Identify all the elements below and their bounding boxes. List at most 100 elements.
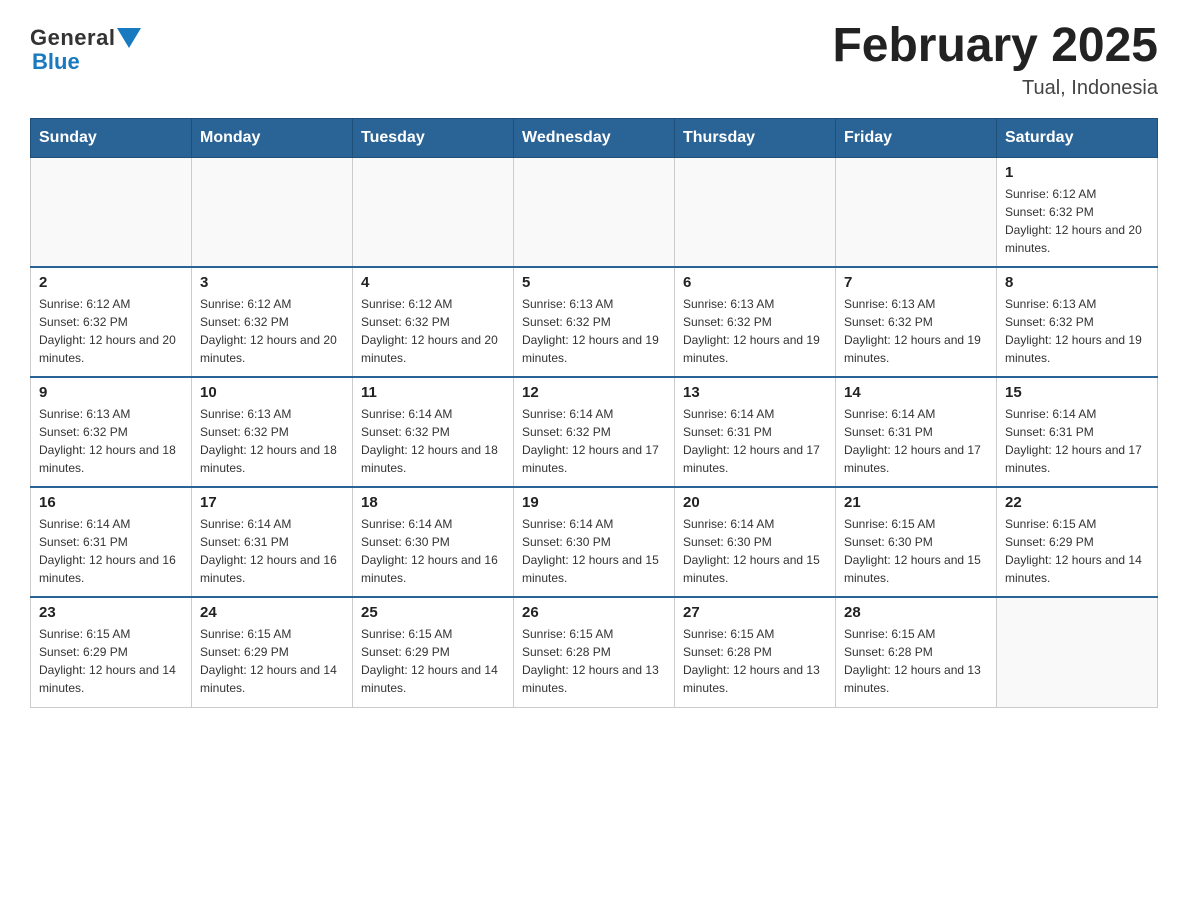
day-info: Sunrise: 6:15 AMSunset: 6:28 PMDaylight:… [844, 625, 988, 697]
calendar-cell: 9 Sunrise: 6:13 AMSunset: 6:32 PMDaylight… [31, 377, 192, 487]
calendar-cell: 22Sunrise: 6:15 AMSunset: 6:29 PMDayligh… [997, 487, 1158, 597]
day-info: Sunrise: 6:14 AMSunset: 6:31 PMDaylight:… [39, 515, 183, 587]
day-info: Sunrise: 6:15 AMSunset: 6:29 PMDaylight:… [200, 625, 344, 697]
day-info: Sunrise: 6:13 AMSunset: 6:32 PMDaylight:… [522, 295, 666, 367]
day-number: 17 [200, 494, 344, 511]
logo-blue: Blue [30, 49, 80, 75]
calendar-cell: 19 Sunrise: 6:14 AMSunset: 6:30 PMDayligh… [514, 487, 675, 597]
day-number: 19 [522, 494, 666, 511]
calendar-cell: 11Sunrise: 6:14 AMSunset: 6:32 PMDayligh… [353, 377, 514, 487]
day-info: Sunrise: 6:12 AMSunset: 6:32 PMDaylight:… [1005, 185, 1149, 257]
day-number: 24 [200, 604, 344, 621]
header-day-saturday: Saturday [997, 118, 1158, 157]
title-block: February 2025 Tual, Indonesia [832, 20, 1158, 100]
calendar-week-row: 9 Sunrise: 6:13 AMSunset: 6:32 PMDaylight… [31, 377, 1158, 487]
calendar-cell [997, 597, 1158, 707]
logo-arrow-icon [117, 28, 141, 48]
calendar-cell [675, 157, 836, 267]
day-number: 9 [39, 384, 183, 401]
header-day-thursday: Thursday [675, 118, 836, 157]
day-number: 22 [1005, 494, 1149, 511]
day-number: 13 [683, 384, 827, 401]
calendar-cell: 21 Sunrise: 6:15 AMSunset: 6:30 PMDayligh… [836, 487, 997, 597]
calendar-cell: 27 Sunrise: 6:15 AMSunset: 6:28 PMDayligh… [675, 597, 836, 707]
calendar-cell: 10 Sunrise: 6:13 AMSunset: 6:32 PMDayligh… [192, 377, 353, 487]
calendar-cell: 23Sunrise: 6:15 AMSunset: 6:29 PMDayligh… [31, 597, 192, 707]
day-number: 6 [683, 274, 827, 291]
page-header: General Blue February 2025 Tual, Indones… [30, 20, 1158, 100]
calendar-cell: 5Sunrise: 6:13 AMSunset: 6:32 PMDaylight… [514, 267, 675, 377]
day-info: Sunrise: 6:14 AMSunset: 6:31 PMDaylight:… [200, 515, 344, 587]
calendar-cell: 14 Sunrise: 6:14 AMSunset: 6:31 PMDayligh… [836, 377, 997, 487]
day-info: Sunrise: 6:13 AMSunset: 6:32 PMDaylight:… [683, 295, 827, 367]
day-number: 10 [200, 384, 344, 401]
header-day-friday: Friday [836, 118, 997, 157]
day-info: Sunrise: 6:14 AMSunset: 6:30 PMDaylight:… [522, 515, 666, 587]
calendar-week-row: 2Sunrise: 6:12 AMSunset: 6:32 PMDaylight… [31, 267, 1158, 377]
header-day-wednesday: Wednesday [514, 118, 675, 157]
day-info: Sunrise: 6:15 AMSunset: 6:30 PMDaylight:… [844, 515, 988, 587]
calendar-cell [353, 157, 514, 267]
day-info: Sunrise: 6:12 AMSunset: 6:32 PMDaylight:… [39, 295, 183, 367]
header-day-sunday: Sunday [31, 118, 192, 157]
calendar-cell: 3 Sunrise: 6:12 AMSunset: 6:32 PMDaylight… [192, 267, 353, 377]
calendar-cell: 8 Sunrise: 6:13 AMSunset: 6:32 PMDaylight… [997, 267, 1158, 377]
calendar-cell: 26 Sunrise: 6:15 AMSunset: 6:28 PMDayligh… [514, 597, 675, 707]
calendar-cell: 17 Sunrise: 6:14 AMSunset: 6:31 PMDayligh… [192, 487, 353, 597]
day-number: 14 [844, 384, 988, 401]
calendar-cell: 16 Sunrise: 6:14 AMSunset: 6:31 PMDayligh… [31, 487, 192, 597]
calendar-cell: 4 Sunrise: 6:12 AMSunset: 6:32 PMDaylight… [353, 267, 514, 377]
calendar-cell [192, 157, 353, 267]
day-info: Sunrise: 6:13 AMSunset: 6:32 PMDaylight:… [844, 295, 988, 367]
header-day-monday: Monday [192, 118, 353, 157]
day-number: 3 [200, 274, 344, 291]
day-info: Sunrise: 6:14 AMSunset: 6:30 PMDaylight:… [361, 515, 505, 587]
day-number: 11 [361, 384, 505, 401]
calendar-cell: 20 Sunrise: 6:14 AMSunset: 6:30 PMDayligh… [675, 487, 836, 597]
day-number: 18 [361, 494, 505, 511]
day-info: Sunrise: 6:15 AMSunset: 6:29 PMDaylight:… [39, 625, 183, 697]
calendar-header-row: SundayMondayTuesdayWednesdayThursdayFrid… [31, 118, 1158, 157]
day-info: Sunrise: 6:14 AMSunset: 6:31 PMDaylight:… [844, 405, 988, 477]
day-number: 20 [683, 494, 827, 511]
day-info: Sunrise: 6:13 AMSunset: 6:32 PMDaylight:… [200, 405, 344, 477]
day-info: Sunrise: 6:15 AMSunset: 6:28 PMDaylight:… [522, 625, 666, 697]
day-number: 8 [1005, 274, 1149, 291]
calendar-table: SundayMondayTuesdayWednesdayThursdayFrid… [30, 118, 1158, 708]
day-info: Sunrise: 6:14 AMSunset: 6:32 PMDaylight:… [522, 405, 666, 477]
day-number: 15 [1005, 384, 1149, 401]
calendar-cell: 28Sunrise: 6:15 AMSunset: 6:28 PMDayligh… [836, 597, 997, 707]
calendar-cell: 24 Sunrise: 6:15 AMSunset: 6:29 PMDayligh… [192, 597, 353, 707]
day-number: 26 [522, 604, 666, 621]
day-info: Sunrise: 6:12 AMSunset: 6:32 PMDaylight:… [200, 295, 344, 367]
header-day-tuesday: Tuesday [353, 118, 514, 157]
calendar-cell [514, 157, 675, 267]
day-info: Sunrise: 6:12 AMSunset: 6:32 PMDaylight:… [361, 295, 505, 367]
day-info: Sunrise: 6:15 AMSunset: 6:28 PMDaylight:… [683, 625, 827, 697]
day-number: 12 [522, 384, 666, 401]
calendar-cell: 2Sunrise: 6:12 AMSunset: 6:32 PMDaylight… [31, 267, 192, 377]
day-info: Sunrise: 6:15 AMSunset: 6:29 PMDaylight:… [361, 625, 505, 697]
month-title: February 2025 [832, 20, 1158, 73]
calendar-cell: 1Sunrise: 6:12 AMSunset: 6:32 PMDaylight… [997, 157, 1158, 267]
day-info: Sunrise: 6:13 AMSunset: 6:32 PMDaylight:… [1005, 295, 1149, 367]
calendar-week-row: 16 Sunrise: 6:14 AMSunset: 6:31 PMDayligh… [31, 487, 1158, 597]
day-number: 4 [361, 274, 505, 291]
day-number: 25 [361, 604, 505, 621]
calendar-cell: 15 Sunrise: 6:14 AMSunset: 6:31 PMDayligh… [997, 377, 1158, 487]
day-number: 7 [844, 274, 988, 291]
day-number: 21 [844, 494, 988, 511]
calendar-week-row: 23Sunrise: 6:15 AMSunset: 6:29 PMDayligh… [31, 597, 1158, 707]
calendar-cell: 12 Sunrise: 6:14 AMSunset: 6:32 PMDayligh… [514, 377, 675, 487]
calendar-week-row: 1Sunrise: 6:12 AMSunset: 6:32 PMDaylight… [31, 157, 1158, 267]
day-info: Sunrise: 6:13 AMSunset: 6:32 PMDaylight:… [39, 405, 183, 477]
location-subtitle: Tual, Indonesia [832, 77, 1158, 100]
calendar-cell [836, 157, 997, 267]
calendar-cell: 18 Sunrise: 6:14 AMSunset: 6:30 PMDayligh… [353, 487, 514, 597]
day-info: Sunrise: 6:14 AMSunset: 6:31 PMDaylight:… [1005, 405, 1149, 477]
day-info: Sunrise: 6:14 AMSunset: 6:30 PMDaylight:… [683, 515, 827, 587]
calendar-cell: 13Sunrise: 6:14 AMSunset: 6:31 PMDayligh… [675, 377, 836, 487]
logo-general: General [30, 25, 115, 51]
day-number: 16 [39, 494, 183, 511]
day-number: 27 [683, 604, 827, 621]
